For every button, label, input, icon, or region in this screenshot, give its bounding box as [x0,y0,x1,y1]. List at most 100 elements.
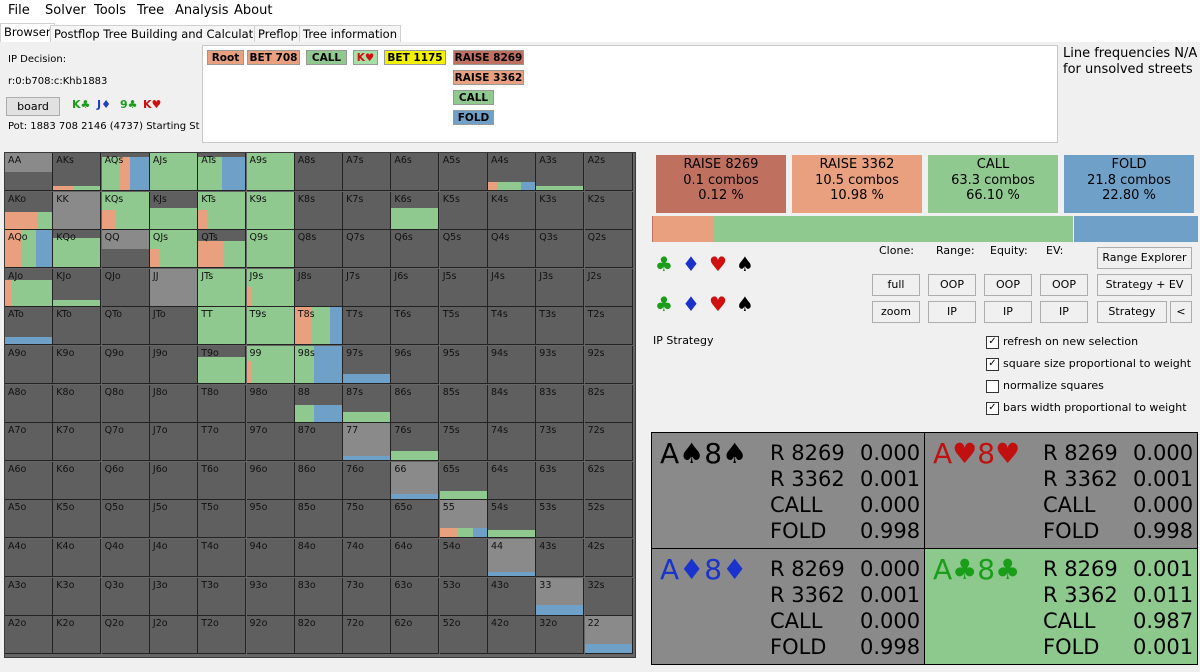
checkbox-box[interactable] [986,379,999,393]
hand-cell[interactable]: K2o [53,616,102,655]
hand-cell[interactable]: T8s [294,307,343,346]
hand-cell[interactable]: 64o [391,539,440,577]
hand-cell[interactable]: 85o [294,500,343,539]
ev-ip-button[interactable]: IP [1040,301,1088,323]
hand-cell[interactable]: J8s [294,268,343,307]
hand-cell[interactable]: 72s [584,423,633,462]
hand-cell[interactable]: T2s [584,307,633,346]
hand-cell-ad8d[interactable]: A♦8♦ R 8269 0.000 R 3362 0.001 CALL 0.00… [652,549,924,664]
strategy-box-raise-3362[interactable]: RAISE 3362 10.5 combos 10.98 % [792,155,922,213]
hand-cell[interactable]: K8o [53,384,102,423]
strategy-ev-button[interactable]: Strategy + EV [1097,274,1192,296]
hand-cell[interactable]: A2o [5,616,53,655]
hand-cell[interactable]: K5s [439,191,488,230]
hand-cell[interactable]: K4s [488,191,536,230]
hand-cell[interactable]: K7o [53,423,102,462]
hand-cell[interactable]: Q2s [584,230,633,269]
hand-cell[interactable]: 53o [439,577,488,616]
hand-cell[interactable]: K6s [391,191,440,230]
hand-cell[interactable]: 72o [343,616,392,655]
spade-filter-icon[interactable]: ♠ [736,292,754,316]
hand-cell[interactable]: KJo [53,268,102,307]
hand-cell[interactable]: J2s [584,268,633,307]
hand-cell[interactable]: J3s [536,268,585,307]
hand-cell[interactable]: Q5s [439,230,488,269]
hand-cell[interactable]: T2o [198,616,247,655]
hand-cell[interactable]: T8o [198,384,247,423]
hand-cell[interactable]: T7s [343,307,392,346]
hand-cell[interactable]: A3s [536,153,585,191]
hand-cell[interactable]: 97s [343,346,392,384]
hand-cell[interactable]: 52s [584,500,633,539]
hand-cell[interactable]: A4o [5,539,53,577]
hand-cell[interactable]: 87o [294,423,343,462]
hand-cell[interactable]: 84s [488,384,536,423]
hand-cell[interactable]: 43s [536,539,585,577]
club-filter-icon[interactable]: ♣ [655,292,673,316]
range-oop-button[interactable]: OOP [928,274,976,296]
hand-cell[interactable]: 88 [294,384,343,423]
tree-node-bet-1175[interactable]: BET 1175 [384,50,446,65]
hand-cell[interactable]: AA [5,153,53,191]
hand-cell[interactable]: 62s [584,461,633,500]
hand-cell[interactable]: KK [53,191,102,230]
hand-cell[interactable]: QTs [198,230,247,269]
hand-cell[interactable]: 75s [439,423,488,462]
tree-node-turn-card[interactable]: K♥ [353,50,378,65]
hand-cell[interactable]: T3o [198,577,247,616]
hand-cell[interactable]: A4s [488,153,536,191]
clone-full-button[interactable]: full [872,274,920,296]
diamond-filter-icon[interactable]: ♦ [682,292,700,316]
hand-cell[interactable]: 92s [584,346,633,384]
bars-width-checkbox[interactable]: ✓ bars width proportional to weight [986,401,1187,415]
tree-node-root[interactable]: Root [207,50,244,65]
hand-cell[interactable]: K8s [294,191,343,230]
hand-cell[interactable]: 96s [391,346,440,384]
strategy-box-fold[interactable]: FOLD 21.8 combos 22.80 % [1064,155,1194,213]
hand-cell[interactable]: 86o [294,461,343,500]
hand-cell[interactable]: Q8o [101,384,150,423]
hand-cell[interactable]: T5o [198,500,247,539]
hand-cell[interactable]: 93o [246,577,295,616]
hand-cell[interactable]: A5s [439,153,488,191]
checkbox-box[interactable]: ✓ [986,357,999,371]
hand-cell[interactable]: 65o [391,500,440,539]
hand-cell[interactable]: A3o [5,577,53,616]
menu-analysis[interactable]: Analysis [175,3,229,18]
hand-cell[interactable]: J5s [439,268,488,307]
menu-tree[interactable]: Tree [137,3,164,18]
hand-cell[interactable]: J8o [149,384,198,423]
refresh-checkbox[interactable]: ✓ refresh on new selection [986,335,1138,349]
hand-cell[interactable]: A7o [5,423,53,462]
heart-filter-icon[interactable]: ♥ [709,292,727,316]
hand-cell[interactable]: 66 [391,461,440,500]
hand-cell[interactable]: A9o [5,346,53,384]
hand-cell[interactable]: Q3o [101,577,150,616]
normalize-checkbox[interactable]: normalize squares [986,379,1104,393]
back-button[interactable]: < [1170,301,1192,323]
hand-cell[interactable]: T4s [488,307,536,346]
hand-cell[interactable]: J2o [149,616,198,655]
hand-cell[interactable]: JJ [149,268,198,307]
hand-cell[interactable]: K4o [53,539,102,577]
menu-solver[interactable]: Solver [45,3,86,18]
hand-cell[interactable]: J7o [149,423,198,462]
hand-cell[interactable]: 83o [294,577,343,616]
hand-cell[interactable]: K7s [343,191,392,230]
tree-node-raise-3362[interactable]: RAISE 3362 [453,70,524,85]
hand-cell[interactable]: J4o [149,539,198,577]
hand-cell[interactable]: J5o [149,500,198,539]
hand-cell[interactable]: J9s [246,268,295,307]
hand-cell[interactable]: KQs [101,191,150,230]
hand-cell[interactable]: J6s [391,268,440,307]
heart-filter-icon[interactable]: ♥ [709,252,727,276]
range-explorer-button[interactable]: Range Explorer [1097,247,1192,269]
strategy-button[interactable]: Strategy [1097,301,1167,323]
hand-cell[interactable]: A6s [391,153,440,191]
hand-cell[interactable]: 65s [439,461,488,500]
hand-cell[interactable]: 99 [246,346,295,384]
hand-cell[interactable]: KTo [53,307,102,346]
hand-cell[interactable]: Q4s [488,230,536,269]
hand-cell[interactable]: 74s [488,423,536,462]
hand-cell[interactable]: 44 [488,539,536,577]
